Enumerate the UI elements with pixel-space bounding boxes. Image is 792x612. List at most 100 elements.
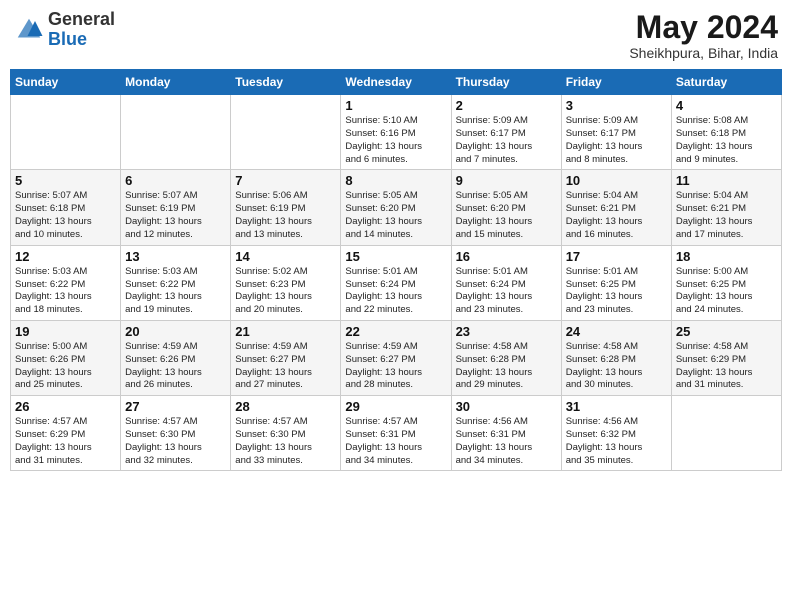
- day-info: Sunrise: 5:00 AM Sunset: 6:26 PM Dayligh…: [15, 341, 116, 392]
- logo-general: General: [48, 10, 115, 30]
- calendar-cell: 1Sunrise: 5:10 AM Sunset: 6:16 PM Daylig…: [341, 95, 451, 170]
- day-number: 2: [456, 98, 557, 113]
- week-row-4: 19 Sunrise: 5:00 AM Sunset: 6:26 PM Dayli…: [11, 320, 782, 395]
- day-number: 29: [345, 399, 446, 414]
- week-row-3: 12 Sunrise: 5:03 AM Sunset: 6:22 PM Dayli…: [11, 245, 782, 320]
- day-number: 5: [15, 173, 116, 188]
- calendar-table: Sunday Monday Tuesday Wednesday Thursday…: [10, 69, 782, 471]
- day-info: Sunrise: 4:58 AM Sunset: 6:29 PM Dayligh…: [676, 341, 777, 392]
- header-row: Sunday Monday Tuesday Wednesday Thursday…: [11, 70, 782, 95]
- day-number: 30: [456, 399, 557, 414]
- day-number: 11: [676, 173, 777, 188]
- day-info: Sunrise: 5:03 AM Sunset: 6:22 PM Dayligh…: [15, 266, 116, 317]
- calendar-cell: 22 Sunrise: 4:59 AM Sunset: 6:27 PM Dayli…: [341, 320, 451, 395]
- calendar-cell: 7 Sunrise: 5:06 AM Sunset: 6:19 PM Daylig…: [231, 170, 341, 245]
- day-number: 9: [456, 173, 557, 188]
- logo-text: General Blue: [48, 10, 115, 50]
- day-number: 4: [676, 98, 777, 113]
- calendar-cell: 21 Sunrise: 4:59 AM Sunset: 6:27 PM Dayli…: [231, 320, 341, 395]
- day-info: Sunrise: 4:58 AM Sunset: 6:28 PM Dayligh…: [566, 341, 667, 392]
- calendar-cell: 20 Sunrise: 4:59 AM Sunset: 6:26 PM Dayli…: [121, 320, 231, 395]
- calendar-cell: 14 Sunrise: 5:02 AM Sunset: 6:23 PM Dayli…: [231, 245, 341, 320]
- day-info: Sunrise: 4:59 AM Sunset: 6:27 PM Dayligh…: [345, 341, 446, 392]
- day-number: 25: [676, 324, 777, 339]
- calendar-cell: 30Sunrise: 4:56 AM Sunset: 6:31 PM Dayli…: [451, 396, 561, 471]
- calendar-cell: 19 Sunrise: 5:00 AM Sunset: 6:26 PM Dayli…: [11, 320, 121, 395]
- calendar-cell: 11 Sunrise: 5:04 AM Sunset: 6:21 PM Dayli…: [671, 170, 781, 245]
- calendar-cell: 15 Sunrise: 5:01 AM Sunset: 6:24 PM Dayli…: [341, 245, 451, 320]
- calendar-cell: 16Sunrise: 5:01 AM Sunset: 6:24 PM Dayli…: [451, 245, 561, 320]
- day-info: Sunrise: 5:08 AM Sunset: 6:18 PM Dayligh…: [676, 115, 777, 166]
- day-info: Sunrise: 5:02 AM Sunset: 6:23 PM Dayligh…: [235, 266, 336, 317]
- calendar-cell: 18 Sunrise: 5:00 AM Sunset: 6:25 PM Dayli…: [671, 245, 781, 320]
- calendar-cell: 24 Sunrise: 4:58 AM Sunset: 6:28 PM Dayli…: [561, 320, 671, 395]
- col-sunday: Sunday: [11, 70, 121, 95]
- logo: General Blue: [14, 10, 115, 50]
- day-number: 23: [456, 324, 557, 339]
- day-info: Sunrise: 4:59 AM Sunset: 6:26 PM Dayligh…: [125, 341, 226, 392]
- day-info: Sunrise: 4:58 AM Sunset: 6:28 PM Dayligh…: [456, 341, 557, 392]
- day-number: 3: [566, 98, 667, 113]
- day-number: 31: [566, 399, 667, 414]
- day-number: 12: [15, 249, 116, 264]
- day-number: 19: [15, 324, 116, 339]
- calendar-cell: [121, 95, 231, 170]
- day-info: Sunrise: 5:06 AM Sunset: 6:19 PM Dayligh…: [235, 190, 336, 241]
- calendar-cell: [11, 95, 121, 170]
- calendar-cell: 12 Sunrise: 5:03 AM Sunset: 6:22 PM Dayli…: [11, 245, 121, 320]
- day-number: 13: [125, 249, 226, 264]
- calendar-cell: 27 Sunrise: 4:57 AM Sunset: 6:30 PM Dayli…: [121, 396, 231, 471]
- col-saturday: Saturday: [671, 70, 781, 95]
- day-info: Sunrise: 4:57 AM Sunset: 6:30 PM Dayligh…: [235, 416, 336, 467]
- day-number: 15: [345, 249, 446, 264]
- month-title: May 2024: [629, 10, 778, 45]
- day-number: 24: [566, 324, 667, 339]
- day-info: Sunrise: 5:00 AM Sunset: 6:25 PM Dayligh…: [676, 266, 777, 317]
- week-row-2: 5 Sunrise: 5:07 AM Sunset: 6:18 PM Daylig…: [11, 170, 782, 245]
- day-number: 22: [345, 324, 446, 339]
- day-info: Sunrise: 4:59 AM Sunset: 6:27 PM Dayligh…: [235, 341, 336, 392]
- day-number: 6: [125, 173, 226, 188]
- day-info: Sunrise: 5:10 AM Sunset: 6:16 PM Dayligh…: [345, 115, 446, 166]
- calendar-cell: 4 Sunrise: 5:08 AM Sunset: 6:18 PM Daylig…: [671, 95, 781, 170]
- day-number: 18: [676, 249, 777, 264]
- calendar-cell: 8Sunrise: 5:05 AM Sunset: 6:20 PM Daylig…: [341, 170, 451, 245]
- calendar-cell: 2Sunrise: 5:09 AM Sunset: 6:17 PM Daylig…: [451, 95, 561, 170]
- calendar-cell: 28 Sunrise: 4:57 AM Sunset: 6:30 PM Dayli…: [231, 396, 341, 471]
- week-row-5: 26Sunrise: 4:57 AM Sunset: 6:29 PM Dayli…: [11, 396, 782, 471]
- page-container: General Blue May 2024 Sheikhpura, Bihar,…: [0, 0, 792, 612]
- day-number: 27: [125, 399, 226, 414]
- day-info: Sunrise: 5:04 AM Sunset: 6:21 PM Dayligh…: [566, 190, 667, 241]
- day-number: 20: [125, 324, 226, 339]
- calendar-cell: 13Sunrise: 5:03 AM Sunset: 6:22 PM Dayli…: [121, 245, 231, 320]
- title-block: May 2024 Sheikhpura, Bihar, India: [629, 10, 778, 61]
- calendar-cell: 29Sunrise: 4:57 AM Sunset: 6:31 PM Dayli…: [341, 396, 451, 471]
- calendar-cell: 23 Sunrise: 4:58 AM Sunset: 6:28 PM Dayli…: [451, 320, 561, 395]
- day-info: Sunrise: 5:01 AM Sunset: 6:24 PM Dayligh…: [345, 266, 446, 317]
- day-info: Sunrise: 4:57 AM Sunset: 6:30 PM Dayligh…: [125, 416, 226, 467]
- day-info: Sunrise: 5:01 AM Sunset: 6:24 PM Dayligh…: [456, 266, 557, 317]
- calendar-cell: 5 Sunrise: 5:07 AM Sunset: 6:18 PM Daylig…: [11, 170, 121, 245]
- calendar-cell: 17Sunrise: 5:01 AM Sunset: 6:25 PM Dayli…: [561, 245, 671, 320]
- day-number: 14: [235, 249, 336, 264]
- col-tuesday: Tuesday: [231, 70, 341, 95]
- calendar-cell: 26Sunrise: 4:57 AM Sunset: 6:29 PM Dayli…: [11, 396, 121, 471]
- day-info: Sunrise: 4:57 AM Sunset: 6:29 PM Dayligh…: [15, 416, 116, 467]
- col-thursday: Thursday: [451, 70, 561, 95]
- day-info: Sunrise: 5:05 AM Sunset: 6:20 PM Dayligh…: [345, 190, 446, 241]
- day-number: 7: [235, 173, 336, 188]
- calendar-cell: 31 Sunrise: 4:56 AM Sunset: 6:32 PM Dayli…: [561, 396, 671, 471]
- calendar-cell: 25 Sunrise: 4:58 AM Sunset: 6:29 PM Dayli…: [671, 320, 781, 395]
- day-number: 28: [235, 399, 336, 414]
- logo-blue: Blue: [48, 30, 115, 50]
- day-number: 21: [235, 324, 336, 339]
- day-info: Sunrise: 4:56 AM Sunset: 6:32 PM Dayligh…: [566, 416, 667, 467]
- logo-icon: [14, 15, 44, 45]
- day-info: Sunrise: 5:05 AM Sunset: 6:20 PM Dayligh…: [456, 190, 557, 241]
- calendar-cell: [671, 396, 781, 471]
- day-number: 10: [566, 173, 667, 188]
- day-info: Sunrise: 5:09 AM Sunset: 6:17 PM Dayligh…: [566, 115, 667, 166]
- day-info: Sunrise: 5:07 AM Sunset: 6:18 PM Dayligh…: [15, 190, 116, 241]
- day-info: Sunrise: 5:07 AM Sunset: 6:19 PM Dayligh…: [125, 190, 226, 241]
- day-info: Sunrise: 5:04 AM Sunset: 6:21 PM Dayligh…: [676, 190, 777, 241]
